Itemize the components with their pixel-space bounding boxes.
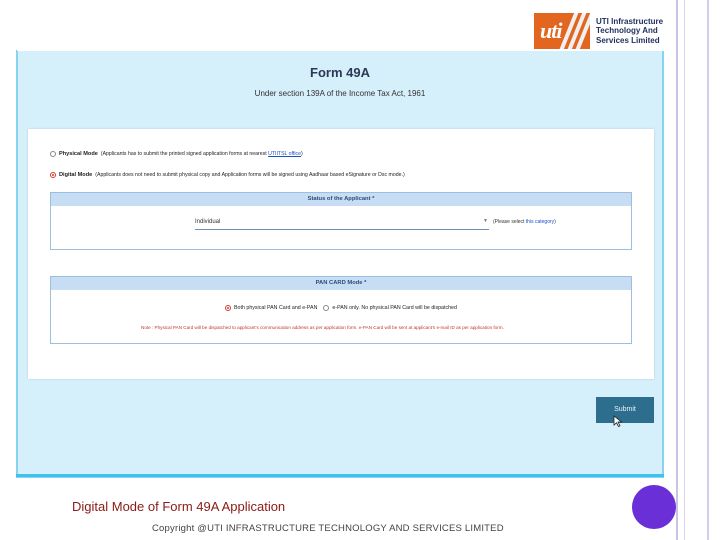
pan-card-mode-section: PAN CARD Mode * Both physical PAN Card a… — [50, 276, 632, 344]
form-title: Form 49A — [310, 65, 370, 80]
form-subtitle: Under section 139A of the Income Tax Act… — [254, 89, 426, 98]
physical-mode-description: (Applicants has to submit the printed si… — [100, 151, 267, 157]
status-hint-link[interactable]: this category — [526, 219, 554, 225]
submit-button[interactable]: Submit — [596, 397, 654, 423]
status-hint-suffix: ) — [554, 219, 556, 225]
physical-mode-label: Physical Mode — [59, 151, 98, 157]
applicant-status-select[interactable]: Individual — [195, 217, 489, 230]
digital-mode-radio[interactable] — [50, 172, 56, 178]
pan-both-radio[interactable] — [225, 305, 231, 311]
decorative-edge-line — [707, 0, 709, 540]
logo-name-line: Technology And — [596, 26, 658, 36]
physical-mode-option[interactable]: Physical Mode (Applicants has to submit … — [50, 151, 303, 157]
pan-both-label[interactable]: Both physical PAN Card and e-PAN — [234, 305, 317, 311]
mouse-cursor-icon — [613, 415, 623, 427]
logo-name-line: UTI Infrastructure — [596, 16, 664, 26]
utiitsl-office-link[interactable]: UTIITSL office — [268, 151, 301, 157]
digital-mode-description: (Applicants does not need to submit phys… — [95, 172, 405, 178]
digital-mode-label: Digital Mode — [59, 172, 93, 178]
decorative-edge-line — [684, 0, 685, 540]
physical-mode-suffix: ) — [301, 151, 303, 157]
status-of-applicant-section: Status of the Applicant * Individual ▼ (… — [50, 192, 632, 250]
copyright-text: Copyright @UTI INFRASTRUCTURE TECHNOLOGY… — [152, 523, 504, 534]
uti-logo-name: UTI Infrastructure Technology And Servic… — [596, 17, 663, 46]
pan-section-heading: PAN CARD Mode * — [51, 277, 631, 290]
pan-epan-radio[interactable] — [323, 305, 330, 311]
uti-logo: uti UTI Infrastructure Technology And Se… — [534, 12, 674, 50]
logo-name-line: Services Limited — [596, 35, 660, 45]
decorative-circle — [632, 485, 676, 529]
digital-mode-option[interactable]: Digital Mode (Applicants does not need t… — [50, 172, 405, 178]
uti-logo-mark-text: uti — [540, 18, 562, 43]
uti-logo-mark: uti — [534, 13, 590, 49]
pan-epan-label[interactable]: e-PAN only. No physical PAN Card will be… — [332, 305, 457, 311]
form-card: Physical Mode (Applicants has to submit … — [28, 129, 654, 379]
status-hint: (Please select this category) — [493, 219, 556, 225]
status-section-heading: Status of the Applicant * — [51, 193, 631, 206]
chevron-down-icon[interactable]: ▼ — [483, 218, 488, 224]
form-screenshot-panel: Form 49A Under section 139A of the Incom… — [16, 51, 664, 478]
physical-mode-radio[interactable] — [50, 151, 56, 157]
pan-note: Note : Physical PAN Card will be dispatc… — [141, 325, 504, 330]
decorative-edge-line — [676, 0, 678, 540]
slide-caption: Digital Mode of Form 49A Application — [72, 499, 286, 514]
status-hint-prefix: (Please select — [493, 219, 525, 225]
pan-mode-options: Both physical PAN Card and e-PAN e-PAN o… — [225, 305, 457, 311]
panel-bottom-border — [16, 474, 664, 477]
